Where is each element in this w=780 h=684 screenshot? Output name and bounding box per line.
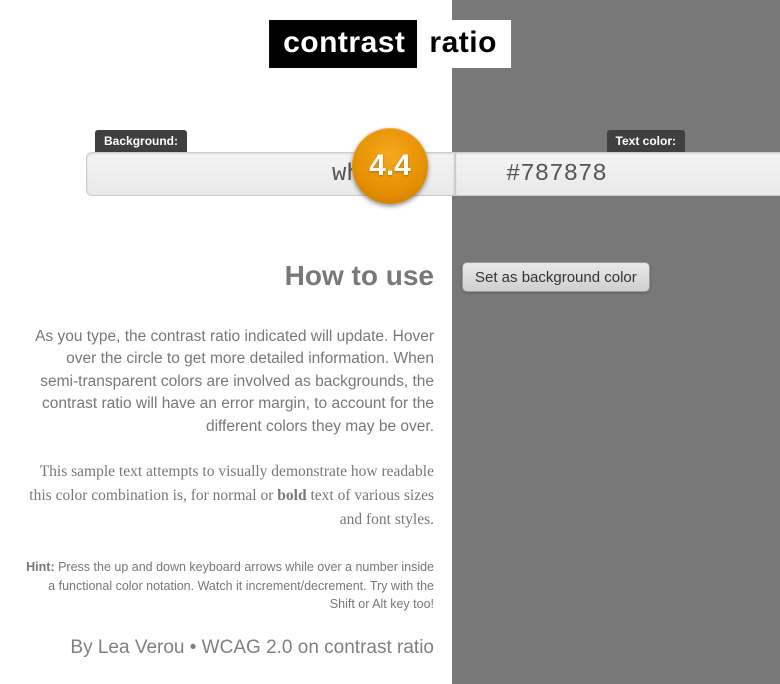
sample-bold: bold <box>277 487 306 504</box>
contrast-ratio-circle[interactable]: 4.4 <box>352 128 428 204</box>
howto-heading: How to use <box>24 260 434 292</box>
howto-description: As you type, the contrast ratio indicate… <box>24 326 434 438</box>
howto-section: How to use As you type, the contrast rat… <box>24 260 434 659</box>
textcolor-label: Text color: <box>607 130 685 152</box>
foreground-input[interactable] <box>455 152 780 196</box>
foreground-panel <box>452 0 780 684</box>
title-word-contrast: contrast <box>269 20 417 68</box>
hint-text: Hint: Press the up and down keyboard arr… <box>24 558 434 612</box>
sample-post: text of various sizes and font styles. <box>307 487 434 528</box>
credits-line: By Lea Verou • WCAG 2.0 on contrast rati… <box>24 637 434 659</box>
background-label: Background: <box>95 130 187 152</box>
sample-text: This sample text attempts to visually de… <box>24 460 434 532</box>
app-root: contrast ratio Background: Text color: 4… <box>0 0 780 684</box>
contrast-ratio-value: 4.4 <box>369 149 411 183</box>
hint-body: Press the up and down keyboard arrows wh… <box>48 560 434 610</box>
set-as-background-button[interactable]: Set as background color <box>462 262 650 292</box>
title-word-ratio: ratio <box>417 20 511 68</box>
app-title: contrast ratio <box>269 20 511 68</box>
hint-label: Hint: <box>26 560 54 574</box>
